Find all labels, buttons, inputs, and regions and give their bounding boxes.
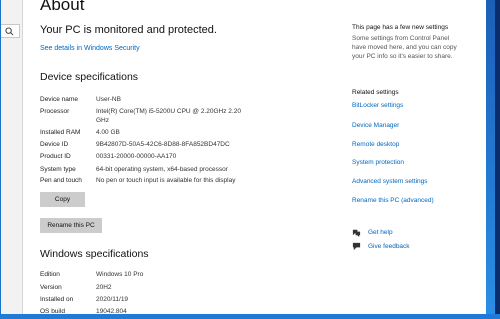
advanced-system-settings-link[interactable]: Advanced system settings xyxy=(352,178,428,185)
spec-label: Pen and touch xyxy=(40,177,82,184)
spec-label: Device ID xyxy=(40,141,69,148)
spec-label: Version xyxy=(40,284,62,291)
windows-security-link[interactable]: See details in Windows Security xyxy=(40,45,140,52)
copy-button[interactable]: Copy xyxy=(40,192,85,207)
spec-value: 4.00 GB xyxy=(96,129,120,136)
navigation-pane xyxy=(0,0,23,319)
search-box[interactable] xyxy=(0,24,20,38)
spec-label: Edition xyxy=(40,271,60,278)
system-protection-link[interactable]: System protection xyxy=(352,159,404,166)
spec-label: Installed RAM xyxy=(40,129,81,136)
spec-label: Device name xyxy=(40,96,78,103)
spec-label: Product ID xyxy=(40,153,71,160)
new-settings-notice-title: This page has a few new settings xyxy=(352,24,449,31)
desktop-background-edge-dark xyxy=(495,0,500,319)
related-settings-title: Related settings xyxy=(352,89,399,96)
spec-value: 64-bit operating system, x64-based proce… xyxy=(96,166,228,173)
spec-value: 20H2 xyxy=(96,284,112,291)
help-icon xyxy=(352,229,361,237)
page-title: About xyxy=(40,0,85,14)
spec-value: 00331-20000-00000-AA170 xyxy=(96,153,177,160)
rename-pc-advanced-link[interactable]: Rename this PC (advanced) xyxy=(352,197,434,204)
remote-desktop-link[interactable]: Remote desktop xyxy=(352,141,399,148)
search-icon xyxy=(5,27,14,36)
spec-value: User-NB xyxy=(96,96,121,103)
new-settings-notice-text: Some settings from Control Panel have mo… xyxy=(352,35,457,60)
spec-label: Processor xyxy=(40,108,70,115)
spec-value: Intel(R) Core(TM) i5-5200U CPU @ 2.20GHz… xyxy=(96,108,241,124)
give-feedback-link[interactable]: Give feedback xyxy=(368,243,410,250)
bitlocker-settings-link[interactable]: BitLocker settings xyxy=(352,102,403,109)
rename-pc-button[interactable]: Rename this PC xyxy=(40,218,102,233)
spec-value: No pen or touch input is available for t… xyxy=(96,177,236,184)
spec-label: System type xyxy=(40,166,76,173)
spec-value: 2020/11/19 xyxy=(96,296,129,303)
device-manager-link[interactable]: Device Manager xyxy=(352,122,399,129)
window-border xyxy=(0,0,1,319)
spec-label: Installed on xyxy=(40,296,74,303)
spec-value: 9B42807D-50A5-42C6-8D88-8FA852BD47DC xyxy=(96,141,230,148)
protection-status: Your PC is monitored and protected. xyxy=(40,24,217,36)
get-help-link[interactable]: Get help xyxy=(368,229,393,236)
spec-value: Windows 10 Pro xyxy=(96,271,144,278)
device-specs-heading: Device specifications xyxy=(40,71,139,83)
feedback-icon xyxy=(352,242,361,251)
windows-specs-heading: Windows specifications xyxy=(40,248,149,260)
taskbar-edge xyxy=(0,314,500,319)
